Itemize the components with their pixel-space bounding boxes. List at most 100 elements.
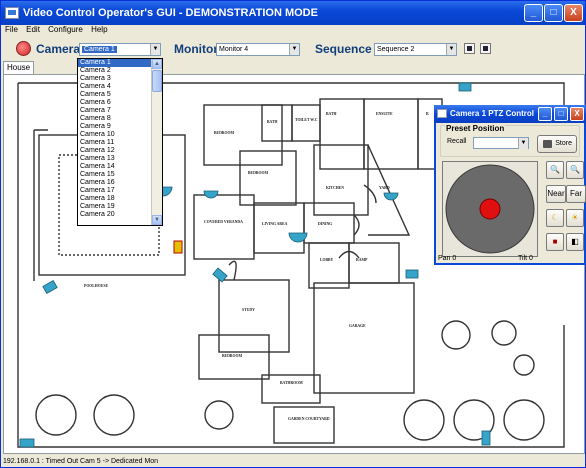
scroll-thumb[interactable] [152,70,162,92]
pan-tilt-joystick[interactable] [442,161,538,257]
sequence-start-button[interactable] [464,43,475,54]
camera-option[interactable]: Camera 17 [78,187,152,195]
camera-option[interactable]: Camera 1 [78,59,152,67]
bedroom-1 [203,104,283,166]
joystick-handle[interactable] [479,198,501,220]
menu-configure[interactable]: Configure [48,25,83,34]
chevron-down-icon[interactable]: ▼ [518,138,528,149]
store-button[interactable]: Store [537,135,577,153]
room-label: R [426,112,429,116]
bathroom [261,374,321,404]
snapshot-button[interactable]: ◧ [566,233,584,251]
sequence-stop-button[interactable] [480,43,491,54]
bedroom-2 [239,150,297,206]
camera-icon[interactable] [405,269,419,279]
camera-option[interactable]: Camera 5 [78,91,152,99]
room-label: GARDEN COURTYARD [288,417,330,421]
camera-option[interactable]: Camera 9 [78,123,152,131]
scroll-up-icon[interactable]: ▲ [152,59,162,69]
camera-option[interactable]: Camera 2 [78,67,152,75]
room-label: ENSUITE [376,112,393,116]
camera-option[interactable]: Camera 4 [78,83,152,91]
menu-file[interactable]: File [5,25,18,34]
zoom-out-button[interactable]: 🔍 [546,161,564,179]
monitor-select[interactable]: Monitor 4 ▼ [216,43,300,56]
iris-close-button[interactable]: ☾ [546,209,564,227]
toolbar: Camera Camera 1 ▼ Monitor Monitor 4 ▼ Se… [1,39,585,59]
camera-option[interactable]: Camera 15 [78,171,152,179]
room-label: TOILET W.C [295,118,318,122]
ptz-control-window: Camera 1 PTZ Control _ □ X Preset Positi… [434,105,586,265]
camera-option[interactable]: Camera 8 [78,115,152,123]
camera-select-value: Camera 1 [82,46,117,53]
camera-option[interactable]: Camera 16 [78,179,152,187]
planter [35,394,77,436]
camera-option[interactable]: Camera 13 [78,155,152,163]
camera-icon[interactable] [458,82,472,92]
camera-option[interactable]: Camera 19 [78,203,152,211]
sequence-select[interactable]: Sequence 2 ▼ [374,43,457,56]
camera-option[interactable]: Camera 12 [78,147,152,155]
ptz-minimize-button[interactable]: _ [538,107,552,121]
menu-edit[interactable]: Edit [26,25,40,34]
toilet [291,104,321,142]
scroll-down-icon[interactable]: ▼ [152,215,162,225]
dome-camera-icon[interactable] [383,192,399,201]
preset-select[interactable]: ▼ [473,137,529,149]
pool-wall [33,129,48,281]
chevron-down-icon[interactable]: ▼ [150,44,160,55]
camera-option[interactable]: Camera 18 [78,195,152,203]
dropdown-scrollbar[interactable]: ▲ ▼ [151,59,162,225]
preset-position-label: Preset Position [445,124,506,133]
camera-options: Camera 1 Camera 2 Camera 3 Camera 4 Came… [78,59,152,219]
camera-option[interactable]: Camera 20 [78,211,152,219]
focus-near-button[interactable]: Near [546,185,566,203]
window-title: Video Control Operator's GUI - DEMONSTRA… [23,7,318,19]
room-label: BEDROOM [214,131,234,135]
title-bar[interactable]: Video Control Operator's GUI - DEMONSTRA… [1,1,585,25]
sequence-select-value: Sequence 2 [377,46,415,53]
room-label: BEDROOM [222,354,242,358]
minimize-button[interactable]: _ [524,4,543,22]
camera-icon[interactable] [42,279,58,295]
camera-icon[interactable] [481,430,491,446]
maximize-button[interactable]: □ [544,4,563,22]
camera-option[interactable]: Camera 10 [78,131,152,139]
iris-open-button[interactable]: ☀ [566,209,584,227]
room-label: STUDY [242,308,255,312]
living-area [253,202,305,254]
room-label: GARAGE [349,324,366,328]
camera-label: Camera [36,42,81,56]
room-label: LIVING AREA [262,222,288,226]
camera-option[interactable]: Camera 7 [78,107,152,115]
camera-dropdown-list[interactable]: Camera 1 Camera 2 Camera 3 Camera 4 Came… [77,58,163,226]
camera-option[interactable]: Camera 11 [78,139,152,147]
tilt-readout: Tilt 0 [518,255,533,262]
camera-option[interactable]: Camera 3 [78,75,152,83]
camera-option[interactable]: Camera 14 [78,163,152,171]
ptz-title: Camera 1 PTZ Control [450,109,535,118]
chevron-down-icon[interactable]: ▼ [289,44,299,55]
zoom-in-button[interactable]: 🔍 [566,161,584,179]
store-icon [543,140,552,148]
room-label: BATH [267,120,278,124]
ptz-close-button[interactable]: X [570,107,584,121]
camera-option[interactable]: Camera 6 [78,99,152,107]
sequence-label: Sequence [315,42,372,56]
ptz-title-bar[interactable]: Camera 1 PTZ Control _ □ X [434,105,586,123]
dome-camera-icon[interactable] [203,190,219,199]
room-label: RAMP [356,258,368,262]
alarm-sensor-icon[interactable] [173,240,183,254]
ensuite [363,98,419,170]
chevron-down-icon[interactable]: ▼ [446,44,456,55]
menu-help[interactable]: Help [91,25,107,34]
record-button[interactable]: ■ [546,233,564,251]
ptz-maximize-button[interactable]: □ [554,107,568,121]
close-button[interactable]: X [564,4,583,22]
focus-far-button[interactable]: Far [566,185,586,203]
planter [93,394,135,436]
camera-select[interactable]: Camera 1 ▼ [79,43,161,56]
camera-icon[interactable] [19,438,35,448]
tab-house[interactable]: House [3,61,35,74]
ramp [348,242,400,284]
